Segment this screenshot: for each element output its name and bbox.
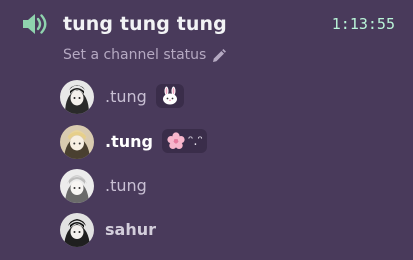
avatar — [60, 169, 94, 203]
speaker-icon — [21, 12, 47, 36]
username: .tung — [105, 132, 153, 151]
set-channel-status-button[interactable]: Set a channel status — [63, 45, 227, 65]
pencil-icon — [212, 48, 227, 62]
user-status-emoji: ᵔ.ᵔ — [162, 129, 207, 153]
avatar — [60, 125, 94, 159]
username: .tung — [105, 176, 147, 195]
cherry-blossom-emoji-icon — [166, 131, 186, 151]
voice-channel-header[interactable]: tung tung tung 1:13:55 — [0, 0, 413, 48]
elapsed-timer: 1:13:55 — [331, 15, 395, 33]
user-status-text: ᵔ.ᵔ — [188, 133, 203, 149]
avatar — [60, 213, 94, 247]
voice-user-item[interactable]: sahur — [58, 209, 398, 249]
avatar — [60, 80, 94, 114]
channel-status-prompt: Set a channel status — [63, 47, 207, 63]
voice-channel-panel: tung tung tung 1:13:55 Set a channel sta… — [0, 0, 413, 260]
voice-user-item[interactable]: .tung — [58, 76, 398, 116]
username: .tung — [105, 87, 147, 106]
voice-user-item[interactable]: .tung ᵔ.ᵔ — [58, 121, 398, 161]
username: sahur — [105, 220, 156, 239]
channel-name: tung tung tung — [63, 13, 227, 35]
voice-user-item[interactable]: .tung — [58, 165, 398, 205]
bunny-emoji-icon — [160, 86, 180, 106]
user-status-emoji — [156, 84, 184, 108]
